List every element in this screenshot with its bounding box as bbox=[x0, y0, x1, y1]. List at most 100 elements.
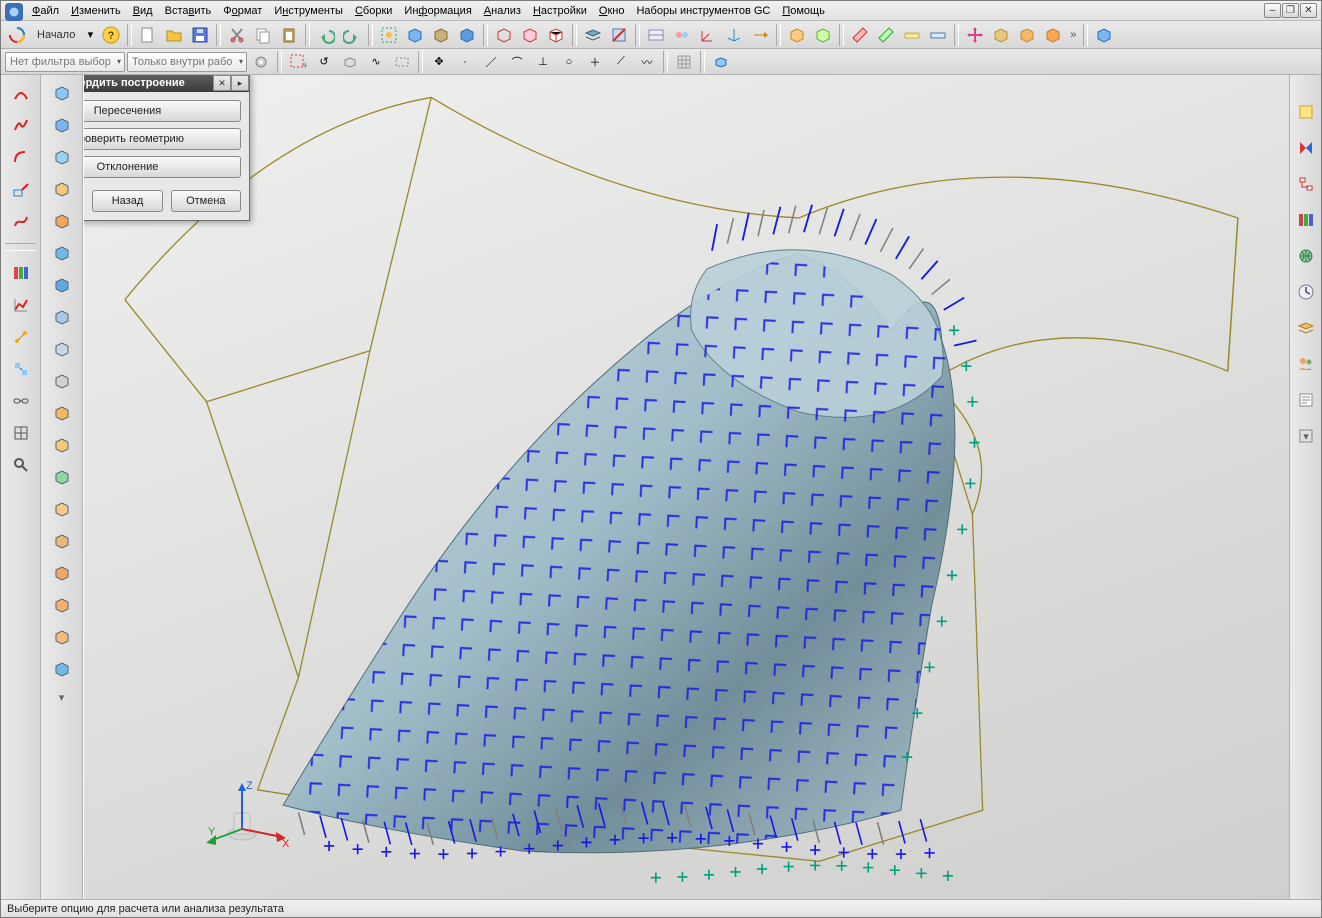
filter-combo[interactable]: Нет фильтра выбор bbox=[5, 52, 125, 72]
scope-combo[interactable]: Только внутри рабо bbox=[127, 52, 247, 72]
cube-stack-icon[interactable] bbox=[47, 335, 77, 363]
drop-icon[interactable]: ▾ bbox=[1293, 423, 1319, 449]
save-icon[interactable] bbox=[188, 23, 212, 47]
sheet2-icon[interactable] bbox=[47, 527, 77, 555]
maximize-button[interactable]: ❐ bbox=[1282, 3, 1299, 18]
cube-orange-icon[interactable] bbox=[47, 399, 77, 427]
constraint-icon[interactable] bbox=[6, 355, 36, 383]
cancel-button[interactable]: Отмена bbox=[171, 190, 241, 212]
snap-circle-icon[interactable]: ○ bbox=[557, 50, 581, 74]
arrow-icon[interactable] bbox=[748, 23, 772, 47]
menu-инструменты[interactable]: Инструменты bbox=[268, 4, 349, 18]
back-button[interactable]: Назад bbox=[92, 190, 162, 212]
sel-arrow-icon[interactable]: ↺ bbox=[312, 50, 336, 74]
snap-point-icon[interactable]: · bbox=[453, 50, 477, 74]
sheet3-icon[interactable] bbox=[47, 559, 77, 587]
note-icon[interactable] bbox=[1293, 387, 1319, 413]
box-g-icon[interactable] bbox=[989, 23, 1013, 47]
tool-b-icon[interactable] bbox=[670, 23, 694, 47]
sheet6-icon[interactable] bbox=[47, 655, 77, 683]
snap-line-icon[interactable]: ／ bbox=[479, 50, 503, 74]
cube-b-icon[interactable] bbox=[811, 23, 835, 47]
snap-perp-icon[interactable]: ⊥ bbox=[531, 50, 555, 74]
close-button[interactable]: ✕ bbox=[1300, 3, 1317, 18]
measure-icon[interactable] bbox=[926, 23, 950, 47]
axis-icon[interactable] bbox=[722, 23, 746, 47]
solid-small-icon[interactable] bbox=[709, 50, 733, 74]
block-blue-icon[interactable] bbox=[47, 239, 77, 267]
torus-icon[interactable] bbox=[47, 175, 77, 203]
new-file-icon[interactable] bbox=[136, 23, 160, 47]
undo-icon[interactable] bbox=[314, 23, 338, 47]
box-h-icon[interactable] bbox=[1015, 23, 1039, 47]
fit-icon[interactable] bbox=[377, 23, 401, 47]
link-icon[interactable] bbox=[6, 387, 36, 415]
start-dropdown-icon[interactable]: ▾ bbox=[83, 23, 97, 47]
dialog-titlebar[interactable]: ◂ ↖ Подтвердить построение ✕ ▸ bbox=[83, 75, 249, 92]
move-icon[interactable] bbox=[963, 23, 987, 47]
snap-move-icon[interactable]: ✥ bbox=[427, 50, 451, 74]
cut-icon[interactable] bbox=[225, 23, 249, 47]
snap-icon[interactable] bbox=[6, 323, 36, 351]
menu-окно[interactable]: Окно bbox=[593, 4, 631, 18]
books-icon[interactable] bbox=[6, 259, 36, 287]
menu-анализ[interactable]: Анализ bbox=[478, 4, 527, 18]
sphere-plus-icon[interactable] bbox=[47, 463, 77, 491]
zoom-icon[interactable] bbox=[6, 451, 36, 479]
layers-icon[interactable] bbox=[1293, 315, 1319, 341]
redo-icon[interactable] bbox=[340, 23, 364, 47]
overflow-icon[interactable]: » bbox=[1067, 29, 1079, 41]
deviation-button[interactable]: Отклонение bbox=[83, 156, 241, 178]
mirror-icon[interactable] bbox=[1293, 135, 1319, 161]
check-geometry-button[interactable]: Проверить геометрию bbox=[83, 128, 241, 150]
ruler-icon[interactable] bbox=[900, 23, 924, 47]
sheet4-icon[interactable] bbox=[47, 591, 77, 619]
menu-помощь[interactable]: Помощь bbox=[776, 4, 831, 18]
globe-icon[interactable] bbox=[1293, 243, 1319, 269]
sel-cube-icon[interactable] bbox=[338, 50, 362, 74]
copy-icon[interactable] bbox=[251, 23, 275, 47]
open-folder-icon[interactable] bbox=[162, 23, 186, 47]
menu-наборы инструментов gc[interactable]: Наборы инструментов GC bbox=[630, 4, 776, 18]
graph-icon[interactable] bbox=[6, 291, 36, 319]
help-icon[interactable]: ? bbox=[99, 23, 123, 47]
render-icon[interactable] bbox=[429, 23, 453, 47]
solid-cube-icon[interactable] bbox=[1092, 23, 1116, 47]
menu-сборки[interactable]: Сборки bbox=[349, 4, 398, 18]
left-toolbar-overflow-icon[interactable]: ▾ bbox=[59, 691, 65, 704]
snap-wave-icon[interactable]: 〰 bbox=[635, 50, 659, 74]
dialog-next-button[interactable]: ▸ bbox=[231, 75, 249, 91]
sel-rect-icon[interactable] bbox=[390, 50, 414, 74]
box-blue-icon[interactable] bbox=[403, 23, 427, 47]
snap-tan-icon[interactable]: ⟋ bbox=[609, 50, 633, 74]
db-icon[interactable] bbox=[47, 303, 77, 331]
sel-plus-icon[interactable]: + bbox=[286, 50, 310, 74]
gear-icon[interactable] bbox=[249, 50, 273, 74]
sheet5-icon[interactable] bbox=[47, 623, 77, 651]
minimize-button[interactable]: – bbox=[1264, 3, 1281, 18]
cube-a-icon[interactable] bbox=[785, 23, 809, 47]
wire-box-icon[interactable] bbox=[492, 23, 516, 47]
viewport-3d[interactable]: ◂ ↖ Подтвердить построение ✕ ▸ Пересечен… bbox=[83, 75, 1289, 899]
tangent-icon[interactable] bbox=[6, 175, 36, 203]
cube-small-icon[interactable] bbox=[47, 431, 77, 459]
grid-small-icon[interactable] bbox=[672, 50, 696, 74]
sel-curve-icon[interactable]: ∿ bbox=[364, 50, 388, 74]
people-icon[interactable] bbox=[1293, 351, 1319, 377]
wire-box3-icon[interactable] bbox=[544, 23, 568, 47]
block-orange-icon[interactable] bbox=[47, 207, 77, 235]
dialog-close-button[interactable]: ✕ bbox=[213, 75, 231, 91]
intersections-button[interactable]: Пересечения bbox=[83, 100, 241, 122]
box-i-icon[interactable] bbox=[1041, 23, 1065, 47]
menu-файл[interactable]: Файл bbox=[26, 4, 65, 18]
snap-arc-icon[interactable]: ⌒ bbox=[505, 50, 529, 74]
layer-icon[interactable] bbox=[581, 23, 605, 47]
column-icon[interactable] bbox=[47, 367, 77, 395]
menu-формат[interactable]: Формат bbox=[217, 4, 268, 18]
curve-s-icon[interactable] bbox=[6, 111, 36, 139]
cone-icon[interactable] bbox=[47, 143, 77, 171]
panel-yellow-icon[interactable] bbox=[1293, 99, 1319, 125]
box-icon[interactable] bbox=[47, 79, 77, 107]
start-label[interactable]: Начало bbox=[31, 29, 81, 41]
plane-red-icon[interactable] bbox=[848, 23, 872, 47]
